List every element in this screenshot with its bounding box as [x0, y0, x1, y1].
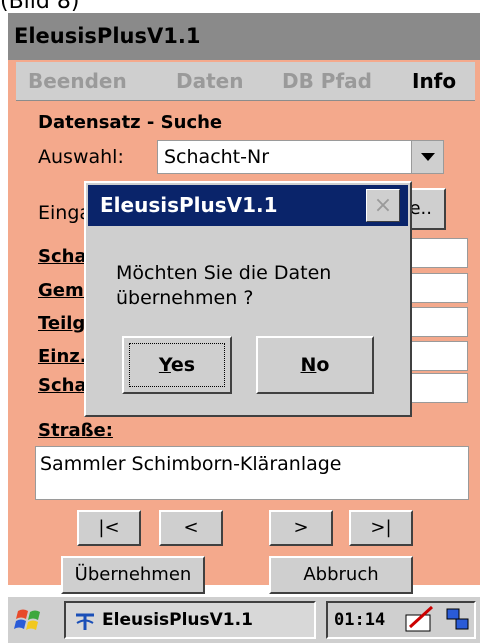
field-label-schacht-2: Scha	[38, 375, 87, 396]
yes-button[interactable]: Yes	[122, 336, 232, 394]
dialog-message-line-2: übernehmen ?	[116, 287, 254, 309]
dialog-titlebar: EleusisPlusV1.1 ×	[88, 185, 408, 226]
strasse-value: Sammler Schimborn-Kläranlage	[40, 453, 342, 475]
no-label: o	[316, 354, 330, 376]
no-mnemonic: N	[300, 354, 317, 376]
close-button[interactable]: ×	[366, 189, 400, 222]
field-label-teilgebiet: Teilg	[38, 313, 86, 334]
yes-label: es	[170, 354, 196, 376]
close-icon: ×	[373, 193, 393, 218]
dialog-title: EleusisPlusV1.1	[100, 193, 278, 217]
clock[interactable]: 01:14	[334, 603, 385, 637]
section-title: Datensatz - Suche	[38, 112, 223, 133]
uebernehmen-button[interactable]: Übernehmen	[61, 556, 205, 594]
nav-first-button[interactable]: |<	[77, 510, 141, 546]
dialog-message: Möchten Sie die Daten übernehmen ?	[116, 261, 396, 311]
field-label-schacht: Scha	[38, 246, 87, 267]
taskbar: EleusisPlusV1.1 01:14	[8, 596, 480, 643]
confirm-dialog: EleusisPlusV1.1 × Möchten Sie die Daten …	[84, 181, 412, 417]
field-label-einzugsgebiet: Einz.	[38, 346, 87, 367]
network-icon[interactable]	[444, 605, 472, 635]
app-icon	[76, 613, 94, 630]
menu-item-beenden[interactable]: Beenden	[28, 62, 127, 101]
dropdown-button[interactable]	[411, 141, 443, 173]
search-button-label: e..	[409, 198, 432, 219]
taskbar-app-button[interactable]: EleusisPlusV1.1	[64, 601, 316, 639]
nav-prev-button[interactable]: <	[159, 510, 223, 546]
auswahl-label: Auswahl:	[38, 146, 124, 168]
chevron-down-icon	[421, 153, 435, 161]
auswahl-value: Schacht-Nr	[164, 146, 270, 168]
menu-item-db-pfad[interactable]: DB Pfad	[282, 62, 372, 101]
strasse-field[interactable]: Sammler Schimborn-Kläranlage	[35, 446, 469, 500]
system-tray: 01:14	[326, 601, 476, 639]
menu-bar: Beenden Daten DB Pfad Info	[16, 62, 475, 101]
windows-flag-icon	[14, 609, 40, 630]
auswahl-select[interactable]: Schacht-Nr	[157, 140, 444, 174]
no-button[interactable]: No	[256, 336, 374, 394]
yes-mnemonic: Y	[158, 354, 171, 376]
abbruch-button[interactable]: Abbruch	[269, 556, 413, 594]
strasse-label: Straße:	[38, 420, 113, 441]
menu-item-daten[interactable]: Daten	[176, 62, 243, 101]
taskbar-app-label: EleusisPlusV1.1	[102, 610, 253, 630]
start-button[interactable]	[14, 605, 46, 635]
window-title: EleusisPlusV1.1	[14, 24, 201, 48]
dialog-message-line-1: Möchten Sie die Daten	[116, 262, 332, 284]
nav-last-button[interactable]: >|	[349, 510, 413, 546]
menu-item-info[interactable]: Info	[412, 62, 456, 101]
caption-text: (Bild 8)	[0, 0, 80, 14]
nav-next-button[interactable]: >	[269, 510, 333, 546]
input-panel-icon[interactable]	[404, 605, 436, 635]
